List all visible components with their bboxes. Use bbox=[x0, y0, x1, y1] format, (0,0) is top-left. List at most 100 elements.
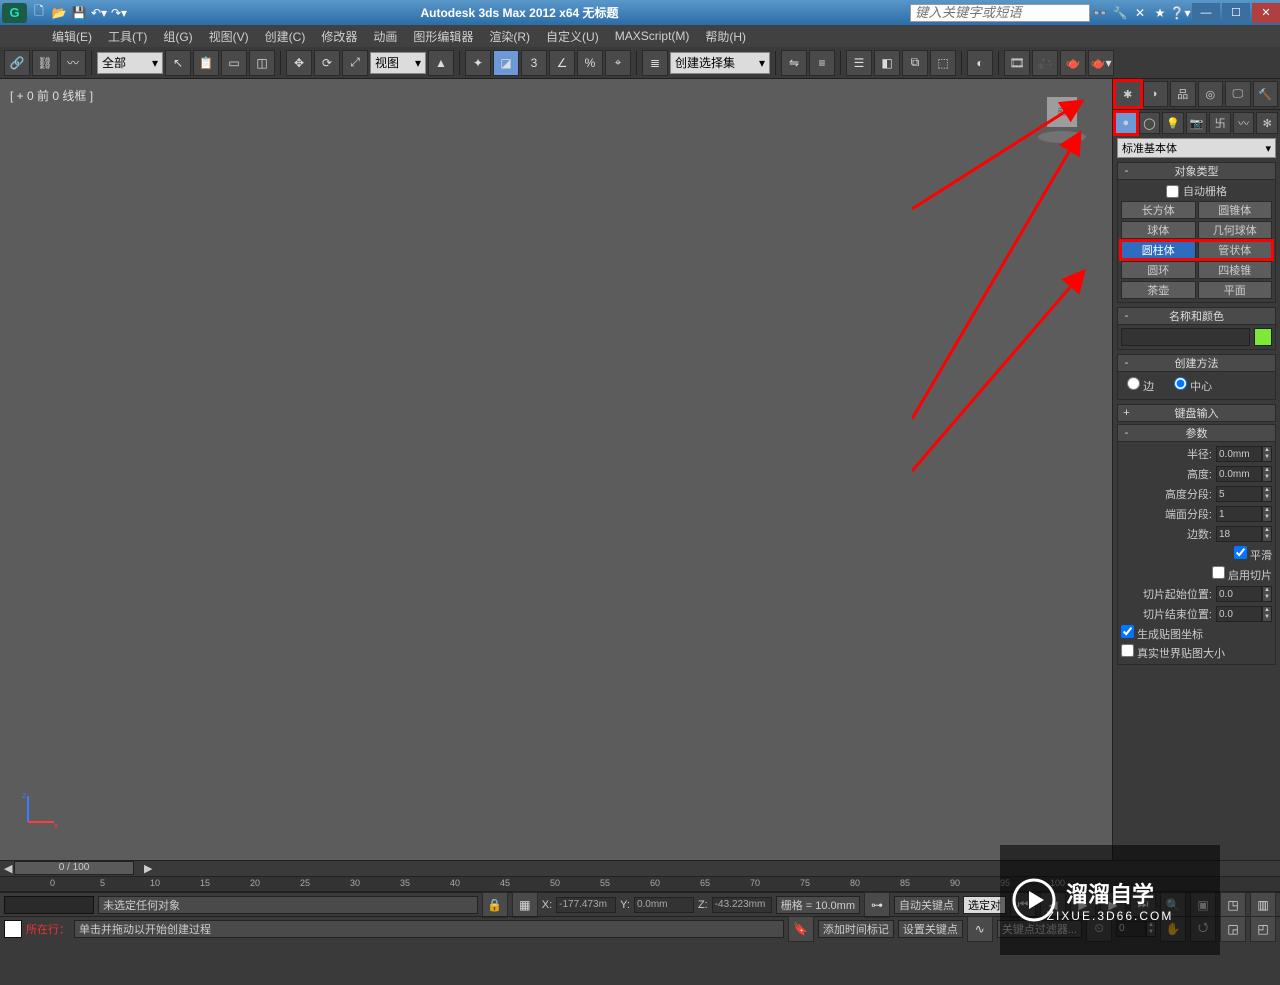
percent-snap-icon[interactable]: % bbox=[577, 50, 603, 76]
wrench-icon[interactable]: 🔧 bbox=[1112, 5, 1128, 21]
tube-button[interactable]: 管状体 bbox=[1198, 241, 1273, 259]
slice-checkbox[interactable]: 启用切片 bbox=[1212, 566, 1272, 583]
plane-button[interactable]: 平面 bbox=[1198, 281, 1273, 299]
pyramid-button[interactable]: 四棱锥 bbox=[1198, 261, 1273, 279]
ref-coord-combo[interactable]: 视图▾ bbox=[370, 52, 426, 74]
height-spinner[interactable]: ▲▼ bbox=[1216, 466, 1272, 482]
namecolor-rollout-header[interactable]: -名称和颜色 bbox=[1117, 307, 1276, 325]
cameras-subtab-icon[interactable]: 📷 bbox=[1186, 112, 1208, 134]
geometry-subtab-icon[interactable]: ● bbox=[1115, 112, 1137, 134]
hierarchy-tab-icon[interactable]: 品 bbox=[1170, 81, 1196, 107]
layers-icon[interactable]: ☰ bbox=[846, 50, 872, 76]
nav-walk-icon[interactable]: ◲ bbox=[1220, 916, 1246, 942]
object-name-input[interactable] bbox=[1121, 328, 1250, 346]
menu-group[interactable]: 组(G) bbox=[155, 28, 200, 45]
hseg-spinner[interactable]: ▲▼ bbox=[1216, 486, 1272, 502]
teapot-button[interactable]: 茶壶 bbox=[1121, 281, 1196, 299]
named-selection-combo[interactable]: 创建选择集▾ bbox=[670, 52, 770, 74]
menu-render[interactable]: 渲染(R) bbox=[481, 28, 538, 45]
star-icon[interactable]: ★ bbox=[1152, 5, 1168, 21]
radius-spinner[interactable]: ▲▼ bbox=[1216, 446, 1272, 462]
systems-subtab-icon[interactable]: ✻ bbox=[1256, 112, 1278, 134]
menu-edit[interactable]: 编辑(E) bbox=[44, 28, 100, 45]
rotate-icon[interactable]: ⟳ bbox=[314, 50, 340, 76]
menu-help[interactable]: 帮助(H) bbox=[697, 28, 754, 45]
category-dropdown[interactable]: 标准基本体▾ bbox=[1117, 138, 1276, 158]
named-sel-icon[interactable]: ≣ bbox=[642, 50, 668, 76]
link-icon[interactable]: ✕ bbox=[1132, 5, 1148, 21]
close-button[interactable]: ✕ bbox=[1252, 3, 1280, 23]
motion-tab-icon[interactable]: ◎ bbox=[1198, 81, 1224, 107]
nav-max-icon[interactable]: ◰ bbox=[1250, 916, 1276, 942]
edge-radio[interactable]: 边 bbox=[1127, 377, 1154, 394]
objtype-rollout-header[interactable]: -对象类型 bbox=[1117, 162, 1276, 180]
material-editor-icon[interactable]: ◐ bbox=[967, 50, 993, 76]
select-region-icon[interactable]: ▭ bbox=[221, 50, 247, 76]
menu-customize[interactable]: 自定义(U) bbox=[538, 28, 607, 45]
help-search-input[interactable] bbox=[910, 4, 1090, 22]
help-icon[interactable]: ❔▾ bbox=[1172, 5, 1188, 21]
nav-fov-icon[interactable]: ▥ bbox=[1250, 892, 1276, 918]
crowd-icon[interactable]: ◧ bbox=[874, 50, 900, 76]
shapes-subtab-icon[interactable]: ◯ bbox=[1139, 112, 1161, 134]
menu-animation[interactable]: 动画 bbox=[365, 28, 405, 45]
x-field[interactable]: -177.473m bbox=[556, 897, 616, 913]
smooth-checkbox[interactable]: 平滑 bbox=[1234, 546, 1272, 563]
create-tab-icon[interactable]: ✱ bbox=[1115, 81, 1141, 107]
script-mini[interactable] bbox=[4, 896, 94, 914]
xform-type-icon[interactable]: ▦ bbox=[512, 892, 538, 918]
helpers-subtab-icon[interactable]: 卐 bbox=[1209, 112, 1231, 134]
save-icon[interactable]: 💾 bbox=[71, 5, 87, 21]
slider-left-icon[interactable]: ◀ bbox=[4, 862, 12, 875]
select-name-icon[interactable]: 📋 bbox=[193, 50, 219, 76]
spinner-snap-icon[interactable]: ⌖ bbox=[605, 50, 631, 76]
render-icon[interactable]: 🫖 bbox=[1060, 50, 1086, 76]
pivot-icon[interactable]: ▲ bbox=[428, 50, 454, 76]
z-field[interactable]: -43.223mm bbox=[712, 897, 772, 913]
scale-icon[interactable]: ⤢ bbox=[342, 50, 368, 76]
add-time-tag[interactable]: 添加时间标记 bbox=[818, 920, 894, 938]
realuv-checkbox[interactable]: 真实世界贴图大小 bbox=[1121, 644, 1225, 661]
move-icon[interactable]: ✥ bbox=[286, 50, 312, 76]
sliceto-spinner[interactable]: ▲▼ bbox=[1216, 606, 1272, 622]
link-icon[interactable]: 🔗 bbox=[4, 50, 30, 76]
lights-subtab-icon[interactable]: 💡 bbox=[1162, 112, 1184, 134]
autokey-button[interactable]: 自动关键点 bbox=[894, 896, 959, 914]
sphere-button[interactable]: 球体 bbox=[1121, 221, 1196, 239]
render-prod-icon[interactable]: 🫖▾ bbox=[1088, 50, 1114, 76]
menu-create[interactable]: 创建(C) bbox=[257, 28, 314, 45]
snap-3d-icon[interactable]: 3 bbox=[521, 50, 547, 76]
snap-toggle-icon[interactable]: ◪ bbox=[493, 50, 519, 76]
menu-graph-editor[interactable]: 图形编辑器 bbox=[405, 28, 481, 45]
viewcube-icon[interactable]: 前 bbox=[1032, 89, 1092, 149]
bind-space-icon[interactable]: 〰 bbox=[60, 50, 86, 76]
viewport-front[interactable]: [ + 0 前 0 线框 ] 前 zx bbox=[0, 79, 1112, 860]
minimize-button[interactable]: — bbox=[1192, 3, 1220, 23]
slider-right-icon[interactable]: ▶ bbox=[144, 862, 152, 875]
redo-icon[interactable]: ↷▾ bbox=[111, 5, 127, 21]
window-crossing-icon[interactable]: ◫ bbox=[249, 50, 275, 76]
keymode-icon[interactable]: ∿ bbox=[967, 916, 993, 942]
keyboard-rollout-header[interactable]: +键盘输入 bbox=[1117, 404, 1276, 422]
schematic-icon[interactable]: ⬚ bbox=[930, 50, 956, 76]
select-icon[interactable]: ↖ bbox=[165, 50, 191, 76]
y-field[interactable]: 0.0mm bbox=[634, 897, 694, 913]
maximize-button[interactable]: ☐ bbox=[1222, 3, 1250, 23]
box-button[interactable]: 长方体 bbox=[1121, 201, 1196, 219]
geosphere-button[interactable]: 几何球体 bbox=[1198, 221, 1273, 239]
setkey-button[interactable]: 设置关键点 bbox=[898, 920, 963, 938]
menu-modifier[interactable]: 修改器 bbox=[313, 28, 365, 45]
createmethod-rollout-header[interactable]: -创建方法 bbox=[1117, 354, 1276, 372]
new-icon[interactable]: 🗋 bbox=[31, 5, 47, 21]
sides-spinner[interactable]: ▲▼ bbox=[1216, 526, 1272, 542]
menu-maxscript[interactable]: MAXScript(M) bbox=[607, 29, 698, 43]
utilities-tab-icon[interactable]: 🔨 bbox=[1253, 81, 1279, 107]
lock-icon[interactable]: 🔒 bbox=[482, 892, 508, 918]
display-tab-icon[interactable]: 🖵 bbox=[1225, 81, 1251, 107]
binoculars-icon[interactable]: 👓 bbox=[1092, 5, 1108, 21]
modify-tab-icon[interactable]: ◗ bbox=[1143, 81, 1169, 107]
spacewarps-subtab-icon[interactable]: 〰 bbox=[1233, 112, 1255, 134]
time-slider[interactable]: 0 / 100 bbox=[14, 861, 134, 875]
genuv-checkbox[interactable]: 生成贴图坐标 bbox=[1121, 625, 1203, 642]
open-icon[interactable]: 📂 bbox=[51, 5, 67, 21]
